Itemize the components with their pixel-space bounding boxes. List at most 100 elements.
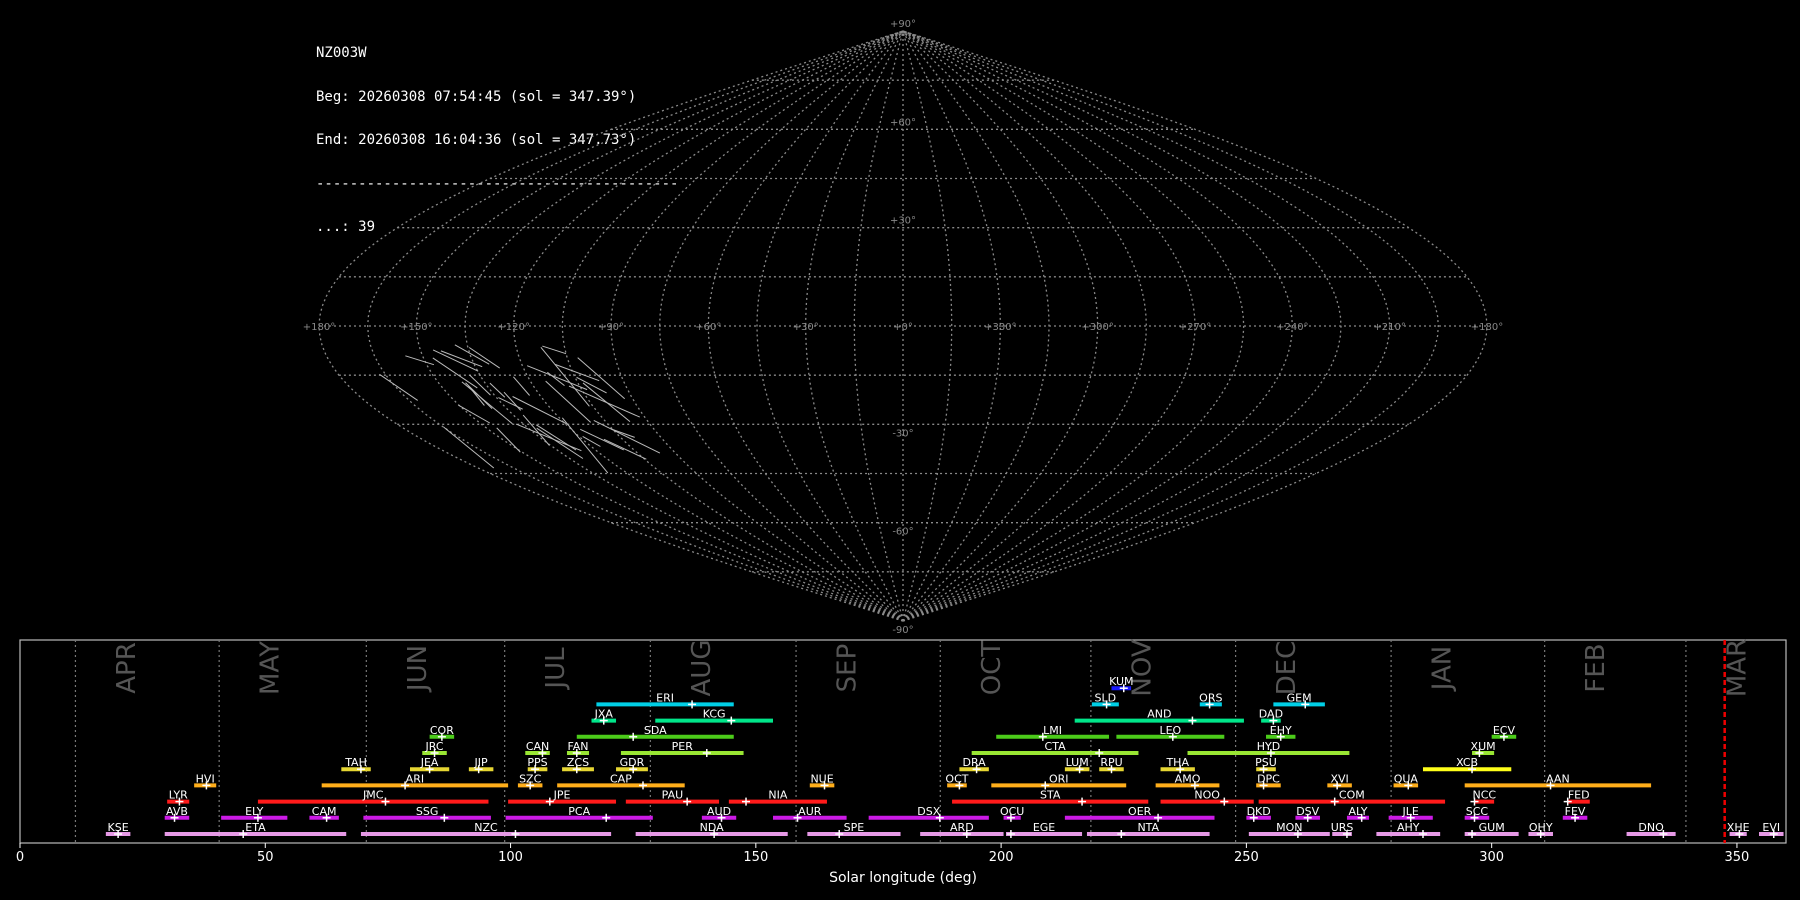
- shower-label: SLD: [1095, 691, 1117, 704]
- month-label: MAR: [1722, 639, 1752, 697]
- shower-label: AMO: [1175, 772, 1201, 785]
- shower-label: ELY: [245, 805, 264, 818]
- shower-label: XUM: [1471, 740, 1496, 753]
- shower-label: NOO: [1194, 789, 1220, 802]
- month-label: AUG: [687, 640, 717, 697]
- shower-label: JIP: [474, 756, 488, 769]
- latitude-label: +90°: [890, 19, 916, 30]
- shower-label: GUM: [1479, 821, 1505, 834]
- shower-label: LUM: [1066, 756, 1089, 769]
- shower-label: XCB: [1456, 756, 1478, 769]
- shower-label: EGE: [1033, 821, 1055, 834]
- shower-label: AUR: [798, 805, 822, 818]
- shower-label: SZC: [519, 772, 542, 785]
- shower-label: AUD: [707, 805, 731, 818]
- meteor-track: [454, 344, 490, 365]
- meteor-track: [489, 382, 506, 398]
- shower-label: JRC: [425, 740, 444, 753]
- longitude-label: +90°: [598, 322, 624, 333]
- shower-label: GEM: [1287, 691, 1312, 704]
- longitude-label: +240°: [1276, 322, 1308, 333]
- meridian-gridline: [902, 30, 1391, 622]
- shower-label: ALY: [1349, 805, 1368, 818]
- longitude-label: +300°: [1081, 322, 1113, 333]
- shower-label: FEV: [1565, 805, 1586, 818]
- x-tick-label: 0: [16, 850, 24, 865]
- shower-label: ETA: [245, 821, 266, 834]
- meteor-track: [593, 419, 661, 454]
- shower-label: SDA: [644, 724, 667, 737]
- meteor-track: [540, 346, 590, 407]
- shower-label: PSU: [1255, 756, 1277, 769]
- meteor-track: [513, 376, 530, 396]
- shower-label: JMC: [362, 789, 384, 802]
- longitude-label: +0°: [893, 322, 913, 333]
- shower-label: NZC: [474, 821, 498, 834]
- x-tick-label: 250: [1234, 850, 1259, 865]
- shower-label: EHY: [1270, 724, 1292, 737]
- shower-label: NCC: [1473, 789, 1497, 802]
- shower-label: KUM: [1109, 675, 1133, 688]
- shower-label: SCC: [1466, 805, 1489, 818]
- month-label: FEB: [1581, 643, 1611, 692]
- shower-label: DNO: [1638, 821, 1664, 834]
- shower-label: HVI: [196, 772, 215, 785]
- shower-label: OCU: [1000, 805, 1024, 818]
- shower-label: CAN: [526, 740, 549, 753]
- meteor-track: [515, 423, 582, 452]
- shower-label: URS: [1331, 821, 1354, 834]
- shower-label: PCA: [568, 805, 590, 818]
- x-tick-label: 200: [989, 850, 1014, 865]
- meteor-track: [611, 428, 635, 438]
- meteor-track: [440, 350, 483, 368]
- shower-label: OCT: [945, 772, 968, 785]
- shower-label: QUA: [1394, 772, 1419, 785]
- sky-map: +90° +60° +30° -30° -60° -90° +180° +150° +120° +…: [303, 19, 1503, 636]
- month-label: DEC: [1272, 641, 1302, 696]
- longitude-label: +180°: [1471, 322, 1503, 333]
- month-label: OCT: [977, 641, 1007, 696]
- shower-label: GDR: [620, 756, 645, 769]
- shower-label: AND: [1147, 708, 1171, 721]
- shower-label: ERI: [656, 691, 674, 704]
- shower-label: JEA: [420, 756, 439, 769]
- longitude-label: +60°: [695, 322, 721, 333]
- shower-label: OER: [1128, 805, 1152, 818]
- shower-label: FAN: [567, 740, 588, 753]
- longitude-label: +180°: [303, 322, 335, 333]
- meteor-track: [468, 385, 485, 406]
- month-label: SEP: [833, 644, 863, 693]
- shower-label: NUE: [810, 772, 833, 785]
- meteor-track: [536, 427, 584, 459]
- shower-label: NDA: [700, 821, 725, 834]
- shower-label: JXA: [594, 708, 614, 721]
- shower-label: NIA: [768, 789, 787, 802]
- latitude-label: +30°: [890, 216, 916, 227]
- shower-label: COM: [1339, 789, 1365, 802]
- shower-label: CTA: [1045, 740, 1067, 753]
- shower-label: SPE: [844, 821, 865, 834]
- shower-label: EVI: [1762, 821, 1780, 834]
- month-label: NOV: [1127, 639, 1157, 696]
- x-tick-label: 300: [1479, 850, 1504, 865]
- shower-label: SSG: [416, 805, 439, 818]
- shower-label: TAH: [344, 756, 367, 769]
- shower-label: DAD: [1259, 708, 1283, 721]
- shower-label: OHY: [1529, 821, 1553, 834]
- meteor-track: [432, 349, 479, 372]
- timeline-frame: [19, 639, 1787, 844]
- x-axis-label: Solar longitude (deg): [829, 870, 977, 886]
- shower-label: COR: [430, 724, 454, 737]
- shower-label: ORS: [1199, 691, 1222, 704]
- shower-label: AVB: [166, 805, 188, 818]
- shower-label: XVI: [1330, 772, 1348, 785]
- shower-label: DRA: [963, 756, 987, 769]
- meteor-track: [582, 382, 631, 422]
- longitude-label: +120°: [497, 322, 529, 333]
- longitude-label: +150°: [400, 322, 432, 333]
- shower-label: ARD: [950, 821, 974, 834]
- shower-label: NTA: [1137, 821, 1159, 834]
- meteor-track: [443, 426, 495, 469]
- shower-label: KSE: [108, 821, 129, 834]
- month-label: JAN: [1428, 646, 1458, 692]
